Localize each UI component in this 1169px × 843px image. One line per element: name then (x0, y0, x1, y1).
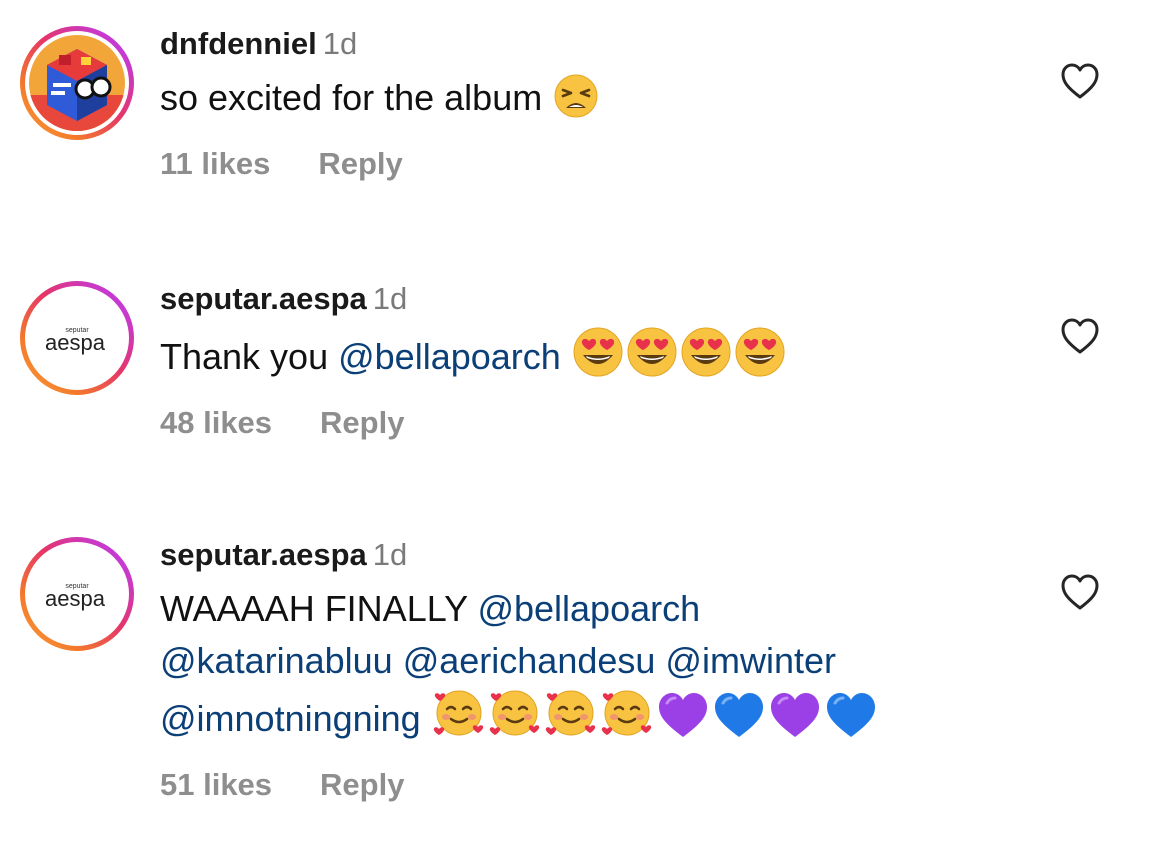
mention-link[interactable]: @bellapoarch (477, 588, 700, 629)
comment-text: so excited for the album (160, 72, 1040, 124)
blue-heart-emoji-icon (825, 691, 877, 739)
avatar-text: aespa (45, 330, 106, 355)
timestamp: 1d (372, 281, 408, 316)
mention-link[interactable]: @aerichandesu (403, 640, 656, 681)
comment-meta: 48 likes Reply (160, 405, 1040, 441)
likes-count[interactable]: 48 likes (160, 405, 272, 440)
comment-meta: 11 likes Reply (160, 146, 1040, 182)
avatar-image: seputar aespa (29, 546, 125, 642)
mention-link[interactable]: @imwinter (665, 640, 836, 681)
heart-outline-icon[interactable] (1060, 573, 1100, 611)
comment-text: Thank you @bellapoarch (160, 327, 1040, 383)
mention-link[interactable]: @imnotningning (160, 698, 421, 739)
avatar[interactable] (20, 26, 134, 140)
likes-count[interactable]: 51 likes (160, 767, 272, 802)
blue-heart-emoji-icon (713, 691, 765, 739)
timestamp: 1d (322, 26, 358, 61)
username[interactable]: dnfdenniel (160, 26, 317, 61)
reply-button[interactable]: Reply (320, 767, 404, 802)
purple-heart-emoji-icon (769, 691, 821, 739)
smiling-hearts-emoji-icon (489, 687, 541, 739)
mention-link[interactable]: @bellapoarch (338, 336, 561, 377)
comment-text-segment: WAAAAH FINALLY (160, 588, 478, 629)
username[interactable]: seputar.aespa (160, 537, 367, 572)
username[interactable]: seputar.aespa (160, 281, 367, 316)
reply-button[interactable]: Reply (320, 405, 404, 440)
heart-eyes-emoji-icon (627, 327, 677, 377)
smiling-hearts-emoji-icon (433, 687, 485, 739)
avatar-image (29, 35, 125, 131)
comment-meta: 51 likes Reply (160, 767, 1040, 803)
smiling-hearts-emoji-icon (601, 687, 653, 739)
smiling-hearts-emoji-icon (545, 687, 597, 739)
comment-text-segment: Thank you (160, 336, 339, 377)
likes-count[interactable]: 11 likes (160, 146, 270, 181)
tired-face-emoji-icon (554, 74, 598, 118)
mention-link[interactable]: @katarinabluu (160, 640, 393, 681)
avatar[interactable]: seputar aespa (20, 537, 134, 651)
comment-text: WAAAAH FINALLY @bellapoarch @katarinablu… (160, 583, 1040, 745)
timestamp: 1d (372, 537, 408, 572)
heart-eyes-emoji-icon (573, 327, 623, 377)
avatar-text: aespa (45, 586, 106, 611)
heart-outline-icon[interactable] (1060, 317, 1100, 355)
heart-eyes-emoji-icon (681, 327, 731, 377)
avatar[interactable]: seputar aespa (20, 281, 134, 395)
comment-text-segment: so excited for the album (160, 77, 543, 118)
reply-button[interactable]: Reply (318, 146, 402, 181)
heart-eyes-emoji-icon (735, 327, 785, 377)
purple-heart-emoji-icon (657, 691, 709, 739)
heart-outline-icon[interactable] (1060, 62, 1100, 100)
avatar-image: seputar aespa (29, 290, 125, 386)
